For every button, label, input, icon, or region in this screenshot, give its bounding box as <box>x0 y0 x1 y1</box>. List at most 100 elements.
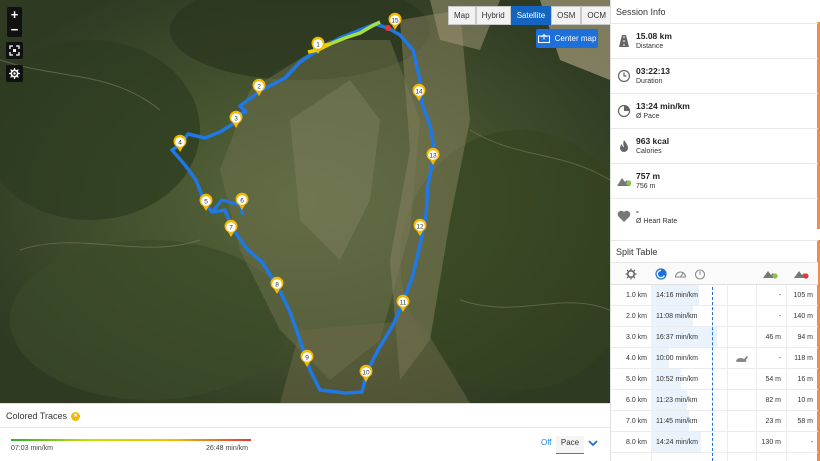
stat-value: 03:22:13 <box>636 66 671 76</box>
rabbit-icon <box>735 354 749 365</box>
pace-column-icon[interactable] <box>655 268 667 280</box>
stat-value: - <box>636 206 639 216</box>
split-pace: 14:24 min/km <box>656 439 699 446</box>
chevron-down-icon[interactable] <box>588 439 598 447</box>
table-row[interactable]: 4.0 km 10:00 min/km - 118 m <box>611 348 818 369</box>
trace-mode-select[interactable]: Pace <box>556 436 584 454</box>
heart-icon <box>617 210 631 222</box>
split-elevation-up: 54 m <box>765 376 781 383</box>
stat-label: Ø Heart Rate <box>636 218 678 225</box>
stat-pace: 13:24 min/km Ø Pace <box>611 93 818 128</box>
pace-gradient-bar <box>11 439 251 441</box>
split-pace: 11:45 min/km <box>656 418 698 425</box>
gear-icon <box>9 68 20 79</box>
stat-label: Calories <box>636 148 662 155</box>
stat-calories: 963 kcal Calories <box>611 128 818 163</box>
distance-icon <box>619 35 629 47</box>
map-type-osm[interactable]: OSM <box>551 6 582 25</box>
split-elevation-down: 16 m <box>797 376 813 383</box>
map-type-hybrid[interactable]: Hybrid <box>475 6 511 25</box>
split-elevation-up: 23 m <box>765 418 781 425</box>
marker-label: 12 <box>416 223 424 230</box>
split-pace: 10:00 min/km <box>656 355 699 362</box>
marker-label: 11 <box>400 299 407 306</box>
gear-icon[interactable] <box>625 268 637 280</box>
table-row[interactable]: 3.0 km 16:37 min/km 46 m 94 m <box>611 327 818 348</box>
table-row[interactable]: 2.0 km 11:08 min/km - 140 m <box>611 306 818 327</box>
center-map-button[interactable]: Center map <box>536 29 598 48</box>
marker-label: 3 <box>234 115 238 122</box>
stat-value: 963 kcal <box>636 136 670 146</box>
split-table-title: Split Table <box>616 246 658 257</box>
split-elevation-down: 94 m <box>797 334 813 341</box>
stat-distance: 15.08 km Distance <box>611 23 818 58</box>
marker-label: 6 <box>240 197 244 204</box>
session-sidebar: Session Info 15.08 km Distance 03:22:13 Dur… <box>610 0 820 461</box>
split-elevation-up: - <box>778 313 781 320</box>
map-type-map[interactable]: Map <box>448 6 476 25</box>
split-elevation-down: 140 m <box>793 313 813 320</box>
table-row[interactable]: 7.0 km 11:45 min/km 23 m 58 m <box>611 411 818 432</box>
split-km: 4.0 km <box>625 355 647 362</box>
split-km: 3.0 km <box>625 334 647 341</box>
zoom-control: + − <box>7 7 22 37</box>
split-km: 1.0 km <box>625 292 647 299</box>
marker-label: 13 <box>429 152 437 159</box>
split-elevation-up: 46 m <box>765 334 781 341</box>
stopwatch-icon[interactable] <box>694 268 706 280</box>
marker-label: 2 <box>257 83 261 90</box>
colored-traces-panel: Colored Traces ★ 07:03 min/km 26:48 min/… <box>0 403 610 461</box>
split-km: 6.0 km <box>625 397 647 404</box>
elevation-down-icon[interactable] <box>794 268 809 279</box>
marker-label: 14 <box>415 88 423 95</box>
table-row[interactable]: 5.0 km 10:52 min/km 54 m 16 m <box>611 369 818 390</box>
marker-label: 4 <box>178 139 182 146</box>
gradient-min-label: 07:03 min/km <box>11 445 54 452</box>
split-elevation-up: 130 m <box>761 439 781 446</box>
session-info-header: Session Info <box>611 0 818 23</box>
speedometer-icon[interactable] <box>674 268 687 280</box>
stat-duration: 03:22:13 Duration <box>611 58 818 93</box>
fullscreen-icon <box>9 45 20 56</box>
split-table-columns <box>611 262 818 285</box>
marker-label: 8 <box>275 281 279 288</box>
split-elevation-up: 82 m <box>765 397 781 404</box>
pace-icon <box>617 104 631 118</box>
colored-traces-header: Colored Traces ★ <box>6 411 81 421</box>
split-km: 7.0 km <box>625 418 647 425</box>
zoom-in-button[interactable]: + <box>7 7 22 22</box>
flame-icon <box>620 140 628 152</box>
table-row[interactable]: 6.0 km 11:23 min/km 82 m 10 m <box>611 390 818 411</box>
stat-label: Duration <box>636 78 663 85</box>
settings-button[interactable] <box>6 65 23 82</box>
stat-label: Ø Pace <box>636 113 660 120</box>
app-root: 1 2 3 4 5 6 7 8 9 10 11 12 13 14 15 + − Map Hybrid Satel… <box>0 0 820 461</box>
trace-off-option[interactable]: Off <box>541 438 552 447</box>
split-elevation-down: - <box>810 439 813 446</box>
satellite-map[interactable]: 1 2 3 4 5 6 7 8 9 10 11 12 13 14 15 + − Map Hybrid Satel… <box>0 0 610 403</box>
elevation-up-icon[interactable] <box>763 268 778 279</box>
fullscreen-button[interactable] <box>6 42 23 59</box>
stat-label: 756 m <box>636 183 656 190</box>
split-pace: 14:16 min/km <box>656 292 699 299</box>
split-elevation-down: 58 m <box>797 418 813 425</box>
table-row[interactable]: 1.0 km 14:16 min/km - 105 m <box>611 285 818 306</box>
stat-value: 13:24 min/km <box>636 101 690 111</box>
average-pace-line <box>712 287 713 461</box>
premium-star-icon: ★ <box>71 411 81 421</box>
table-row[interactable]: 8.0 km 14:24 min/km 130 m - <box>611 432 818 453</box>
map-type-selector: Map Hybrid Satellite OSM OCM <box>448 6 610 25</box>
map-type-ocm[interactable]: OCM <box>581 6 610 25</box>
split-pace: 11:23 min/km <box>656 397 698 404</box>
split-km: 8.0 km <box>625 439 647 446</box>
map-type-satellite[interactable]: Satellite <box>510 6 552 25</box>
zoom-out-button[interactable]: − <box>7 22 22 37</box>
marker-label: 9 <box>305 354 309 361</box>
stat-value: 15.08 km <box>636 31 672 41</box>
split-elevation-down: 118 m <box>794 355 813 362</box>
stat-heart-rate: - Ø Heart Rate <box>611 198 818 233</box>
split-pace: 10:52 min/km <box>656 376 699 383</box>
split-pace: 16:37 min/km <box>656 334 699 341</box>
split-table-header: Split Table <box>611 240 818 262</box>
split-elevation-down: 105 m <box>793 292 813 299</box>
